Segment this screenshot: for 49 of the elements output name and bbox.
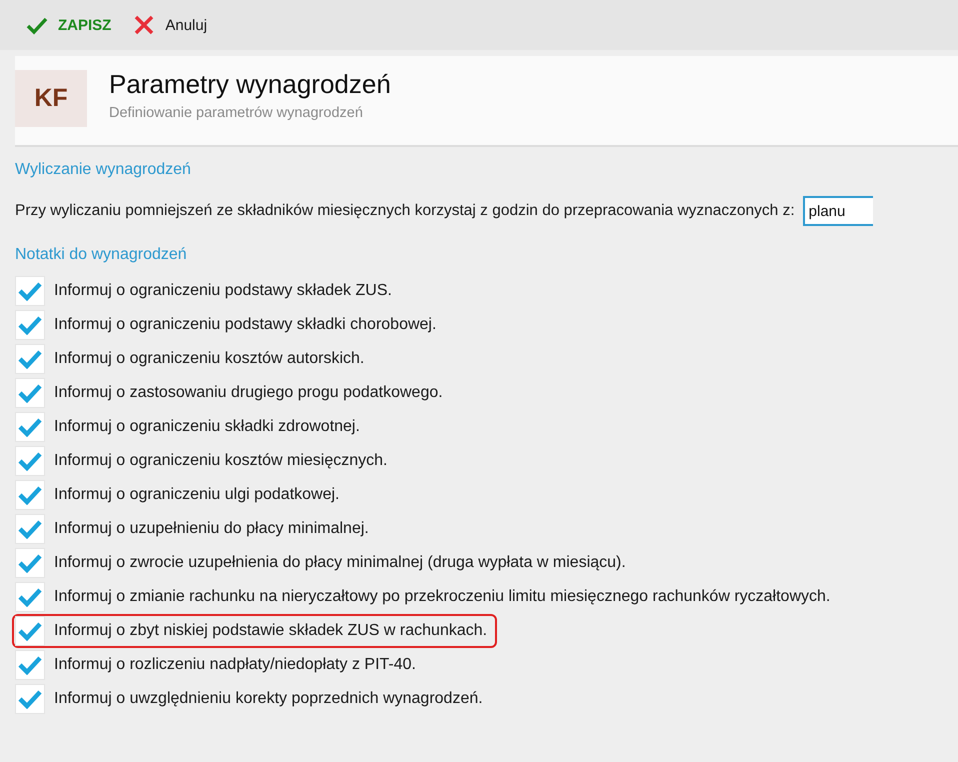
checkbox[interactable] <box>15 548 45 578</box>
checkmark-icon <box>18 383 42 403</box>
checkmark-icon <box>18 485 42 505</box>
checkmark-icon <box>18 349 42 369</box>
checkmark-icon <box>18 587 42 607</box>
checkbox-label: Informuj o zmianie rachunku na nieryczałtowy po przekroczeniu limitu miesięcznego rachunków ryczałtowych. <box>54 588 830 606</box>
section-title: Notatki do wynagrodzeń <box>15 246 188 264</box>
checkbox-label: Informuj o ograniczeniu ulgi podatkowej. <box>54 486 340 504</box>
checkmark-icon <box>18 553 42 573</box>
checkmark-icon <box>18 655 42 675</box>
checkbox[interactable] <box>15 650 45 680</box>
checkbox[interactable] <box>15 412 45 442</box>
checkbox-label: Informuj o uwzględnieniu korekty poprzednich wynagrodzeń. <box>54 690 483 708</box>
hours-source-field[interactable]: planu <box>802 196 873 226</box>
checkbox[interactable] <box>15 616 45 646</box>
checkbox-label: Informuj o zwrocie uzupełnienia do płacy minimalnej (druga wypłata w miesiącu). <box>54 554 626 572</box>
page-subtitle: Definiowanie parametrów wynagrodzeń <box>109 104 364 121</box>
section-title: Wyliczanie wynagrodzeń <box>15 161 192 179</box>
checkmark-icon <box>18 281 42 301</box>
checkbox-label: Informuj o zbyt niskiej podstawie składek ZUS w rachunkach. <box>54 622 488 640</box>
module-logo: KF <box>15 70 87 127</box>
checkbox-label: Informuj o ograniczeniu podstawy składki chorobowej. <box>54 316 436 334</box>
checkbox[interactable] <box>15 310 45 340</box>
checkbox[interactable] <box>15 446 45 476</box>
checkmark-icon <box>18 315 42 335</box>
checkmark-icon <box>18 519 42 539</box>
checkbox[interactable] <box>15 480 45 510</box>
checkmark-icon <box>18 689 42 709</box>
checkmark-icon <box>18 621 42 641</box>
page-title: Parametry wynagrodzeń <box>109 70 391 99</box>
setting-label: Przy wyliczaniu pomniejszeń ze składników miesięcznych korzystaj z godzin do przepracowania wyznaczonych z: <box>15 202 795 220</box>
checkbox-label: Informuj o ograniczeniu składki zdrowotnej. <box>54 418 360 436</box>
checkbox-label: Informuj o ograniczeniu podstawy składek ZUS. <box>54 282 392 300</box>
checkbox-label: Informuj o ograniczeniu kosztów autorskich. <box>54 350 364 368</box>
checkmark-icon <box>18 451 42 471</box>
checkbox[interactable] <box>15 276 45 306</box>
close-icon <box>133 14 156 36</box>
checkbox-label: Informuj o rozliczeniu nadpłaty/niedopłaty z PIT-40. <box>54 656 416 674</box>
save-button[interactable]: ZAPISZ <box>24 10 114 40</box>
checkbox[interactable] <box>15 344 45 374</box>
checkbox[interactable] <box>15 582 45 612</box>
checkbox-label: Informuj o uzupełnieniu do płacy minimalnej. <box>54 520 369 538</box>
checkmark-icon <box>18 417 42 437</box>
checkbox[interactable] <box>15 684 45 714</box>
checkbox-label: Informuj o zastosowaniu drugiego progu podatkowego. <box>54 384 443 402</box>
cancel-button[interactable]: Anuluj <box>131 10 210 40</box>
checkbox-label: Informuj o ograniczeniu kosztów miesięcznych. <box>54 452 388 470</box>
checkbox[interactable] <box>15 514 45 544</box>
checkbox[interactable] <box>15 378 45 408</box>
